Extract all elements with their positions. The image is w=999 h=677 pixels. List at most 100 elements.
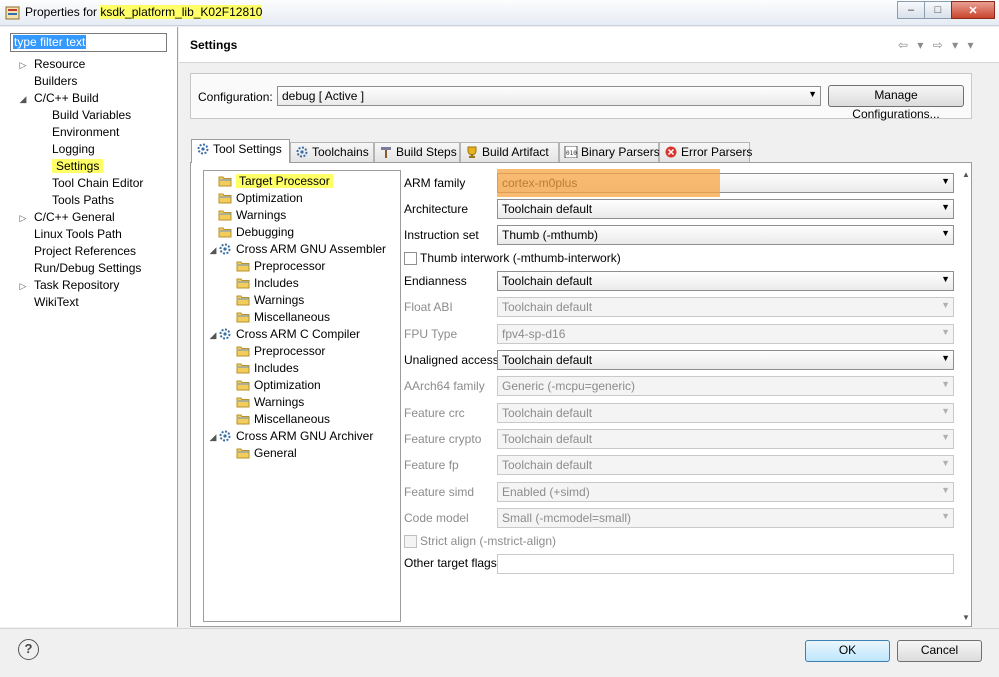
tab-toolchains[interactable]: Toolchains: [290, 142, 374, 162]
sidebar-item-label: Project References: [34, 244, 137, 258]
chevron-down-icon: ▼: [941, 511, 950, 521]
feature-simd-select[interactable]: Enabled (+simd) ▼: [497, 482, 954, 502]
tool-tree-item[interactable]: Includes: [226, 275, 299, 292]
sidebar-item[interactable]: Logging: [18, 141, 176, 158]
tool-tree-item[interactable]: Optimization: [208, 190, 303, 207]
tool-tree-item[interactable]: Preprocessor: [226, 343, 325, 360]
feature-crc-select[interactable]: Toolchain default ▼: [497, 403, 954, 423]
sidebar-item[interactable]: Environment: [18, 124, 176, 141]
help-button[interactable]: ?: [18, 639, 39, 660]
close-button[interactable]: ✕: [951, 1, 995, 19]
scroll-up-arrow[interactable]: ▲: [962, 170, 970, 179]
configuration-select[interactable]: debug [ Active ] ▼: [277, 86, 821, 106]
window-title: Properties for ksdk_platform_lib_K02F128…: [25, 5, 263, 19]
manage-configurations-button[interactable]: Manage Configurations...: [828, 85, 964, 121]
chevron-down-icon: ▼: [808, 89, 817, 99]
sidebar-item[interactable]: Builders: [18, 73, 176, 90]
sidebar-item[interactable]: Tools Paths: [18, 192, 176, 209]
sidebar-item[interactable]: Run/Debug Settings: [18, 260, 176, 277]
collapse-arrow-icon[interactable]: ◢: [208, 429, 218, 446]
unaligned-select[interactable]: Toolchain default ▼: [497, 350, 954, 370]
tab-build-artifact[interactable]: Build Artifact: [460, 142, 559, 162]
tool-tree-item[interactable]: Warnings: [226, 292, 304, 309]
tool-tree-item[interactable]: Warnings: [226, 394, 304, 411]
tool-tree-item[interactable]: General: [226, 445, 297, 462]
chevron-down-icon: ▼: [941, 202, 950, 212]
sidebar-item[interactable]: Build Variables: [18, 107, 176, 124]
tab-binary-parsers[interactable]: 010 Binary Parsers: [559, 142, 660, 162]
tool-tree-item[interactable]: ◢ Cross ARM GNU Assembler: [208, 241, 387, 259]
instruction-set-select[interactable]: Thumb (-mthumb) ▼: [497, 225, 954, 245]
expand-arrow-icon[interactable]: ▷: [18, 210, 28, 227]
history-nav-buttons[interactable]: ⇦ ▾ ⇨ ▾ ▾: [898, 38, 977, 52]
tool-tree-label: Debugging: [236, 225, 295, 239]
code-model-select[interactable]: Small (-mcmodel=small) ▼: [497, 508, 954, 528]
folder-icon: [236, 295, 250, 306]
sidebar-item-label: Resource: [34, 57, 86, 71]
float-abi-select[interactable]: Toolchain default ▼: [497, 297, 954, 317]
other-flags-label: Other target flags: [404, 556, 497, 570]
tool-tree-item[interactable]: ◢ Cross ARM C Compiler: [208, 326, 361, 344]
collapse-arrow-icon[interactable]: ◢: [208, 327, 218, 344]
filter-input[interactable]: type filter text: [10, 33, 167, 52]
minimize-button[interactable]: –: [897, 1, 925, 19]
sidebar-item[interactable]: Settings: [18, 158, 176, 175]
tab-error-parsers[interactable]: Error Parsers: [659, 142, 752, 162]
arm-family-select[interactable]: cortex-m0plus ▼: [497, 173, 954, 193]
tool-tree-item[interactable]: Warnings: [208, 207, 286, 224]
architecture-value: Toolchain default: [502, 202, 593, 216]
collapse-arrow-icon[interactable]: ◢: [208, 242, 218, 259]
tool-tree-item[interactable]: ◢ Cross ARM GNU Archiver: [208, 428, 374, 446]
tool-tree-item[interactable]: Debugging: [208, 224, 294, 241]
sidebar-item[interactable]: WikiText: [18, 294, 176, 311]
thumb-interwork-checkbox[interactable]: [404, 252, 417, 265]
fpu-type-label: FPU Type: [404, 327, 458, 341]
tool-tree-item[interactable]: Preprocessor: [226, 258, 325, 275]
tool-tree-label: Warnings: [254, 395, 305, 409]
scroll-down-arrow[interactable]: ▼: [962, 613, 970, 622]
vertical-scrollbar[interactable]: ▲ ▼: [959, 170, 971, 622]
ok-button[interactable]: OK: [805, 640, 890, 662]
cancel-button[interactable]: Cancel: [897, 640, 982, 662]
other-flags-input[interactable]: [497, 554, 954, 574]
sidebar-item[interactable]: ◢ C/C++ Build: [18, 90, 176, 107]
tool-tree-item[interactable]: Miscellaneous: [226, 309, 330, 326]
tool-tree-label: General: [254, 446, 297, 460]
tool-tree-item[interactable]: Optimization: [226, 377, 321, 394]
tab-build-steps[interactable]: Build Steps: [374, 142, 460, 162]
expand-arrow-icon[interactable]: ▷: [18, 278, 28, 295]
tool-tree-label: Warnings: [236, 208, 287, 222]
collapse-arrow-icon[interactable]: ◢: [18, 91, 28, 108]
feature-crypto-select[interactable]: Toolchain default ▼: [497, 429, 954, 449]
feature-fp-select[interactable]: Toolchain default ▼: [497, 455, 954, 475]
sidebar-item[interactable]: ▷ Resource: [18, 56, 176, 73]
endianness-select[interactable]: Toolchain default ▼: [497, 271, 954, 291]
folder-icon: [218, 227, 232, 238]
fpu-type-select[interactable]: fpv4-sp-d16 ▼: [497, 324, 954, 344]
chevron-down-icon: ▼: [941, 274, 950, 284]
sidebar-item[interactable]: Project References: [18, 243, 176, 260]
strict-align-checkbox[interactable]: [404, 535, 417, 548]
endianness-label: Endianness: [404, 274, 467, 288]
tool-tree-item[interactable]: Target Processor: [208, 173, 333, 190]
tool-tree-item[interactable]: Miscellaneous: [226, 411, 330, 428]
expand-arrow-icon[interactable]: ▷: [18, 57, 28, 74]
folder-icon: [218, 193, 232, 204]
sidebar-item[interactable]: Linux Tools Path: [18, 226, 176, 243]
tab-tool-settings[interactable]: Tool Settings: [191, 139, 290, 163]
architecture-label: Architecture: [404, 202, 469, 216]
sidebar-item[interactable]: ▷ C/C++ General: [18, 209, 176, 226]
strict-align-label: Strict align (-mstrict-align): [420, 534, 557, 548]
tab-label: Build Artifact: [482, 145, 549, 159]
sidebar-item[interactable]: ▷ Task Repository: [18, 277, 176, 294]
sidebar-item[interactable]: Tool Chain Editor: [18, 175, 176, 192]
maximize-button[interactable]: □: [924, 1, 952, 19]
folder-icon: [236, 261, 250, 272]
unaligned-label: Unaligned access: [404, 353, 499, 367]
tool-tree-label: Includes: [254, 276, 299, 290]
aarch64-select[interactable]: Generic (-mcpu=generic) ▼: [497, 376, 954, 396]
tool-tree-item[interactable]: Includes: [226, 360, 299, 377]
architecture-select[interactable]: Toolchain default ▼: [497, 199, 954, 219]
sidebar-item-label: Logging: [52, 142, 95, 156]
tab-label: Build Steps: [396, 145, 457, 159]
